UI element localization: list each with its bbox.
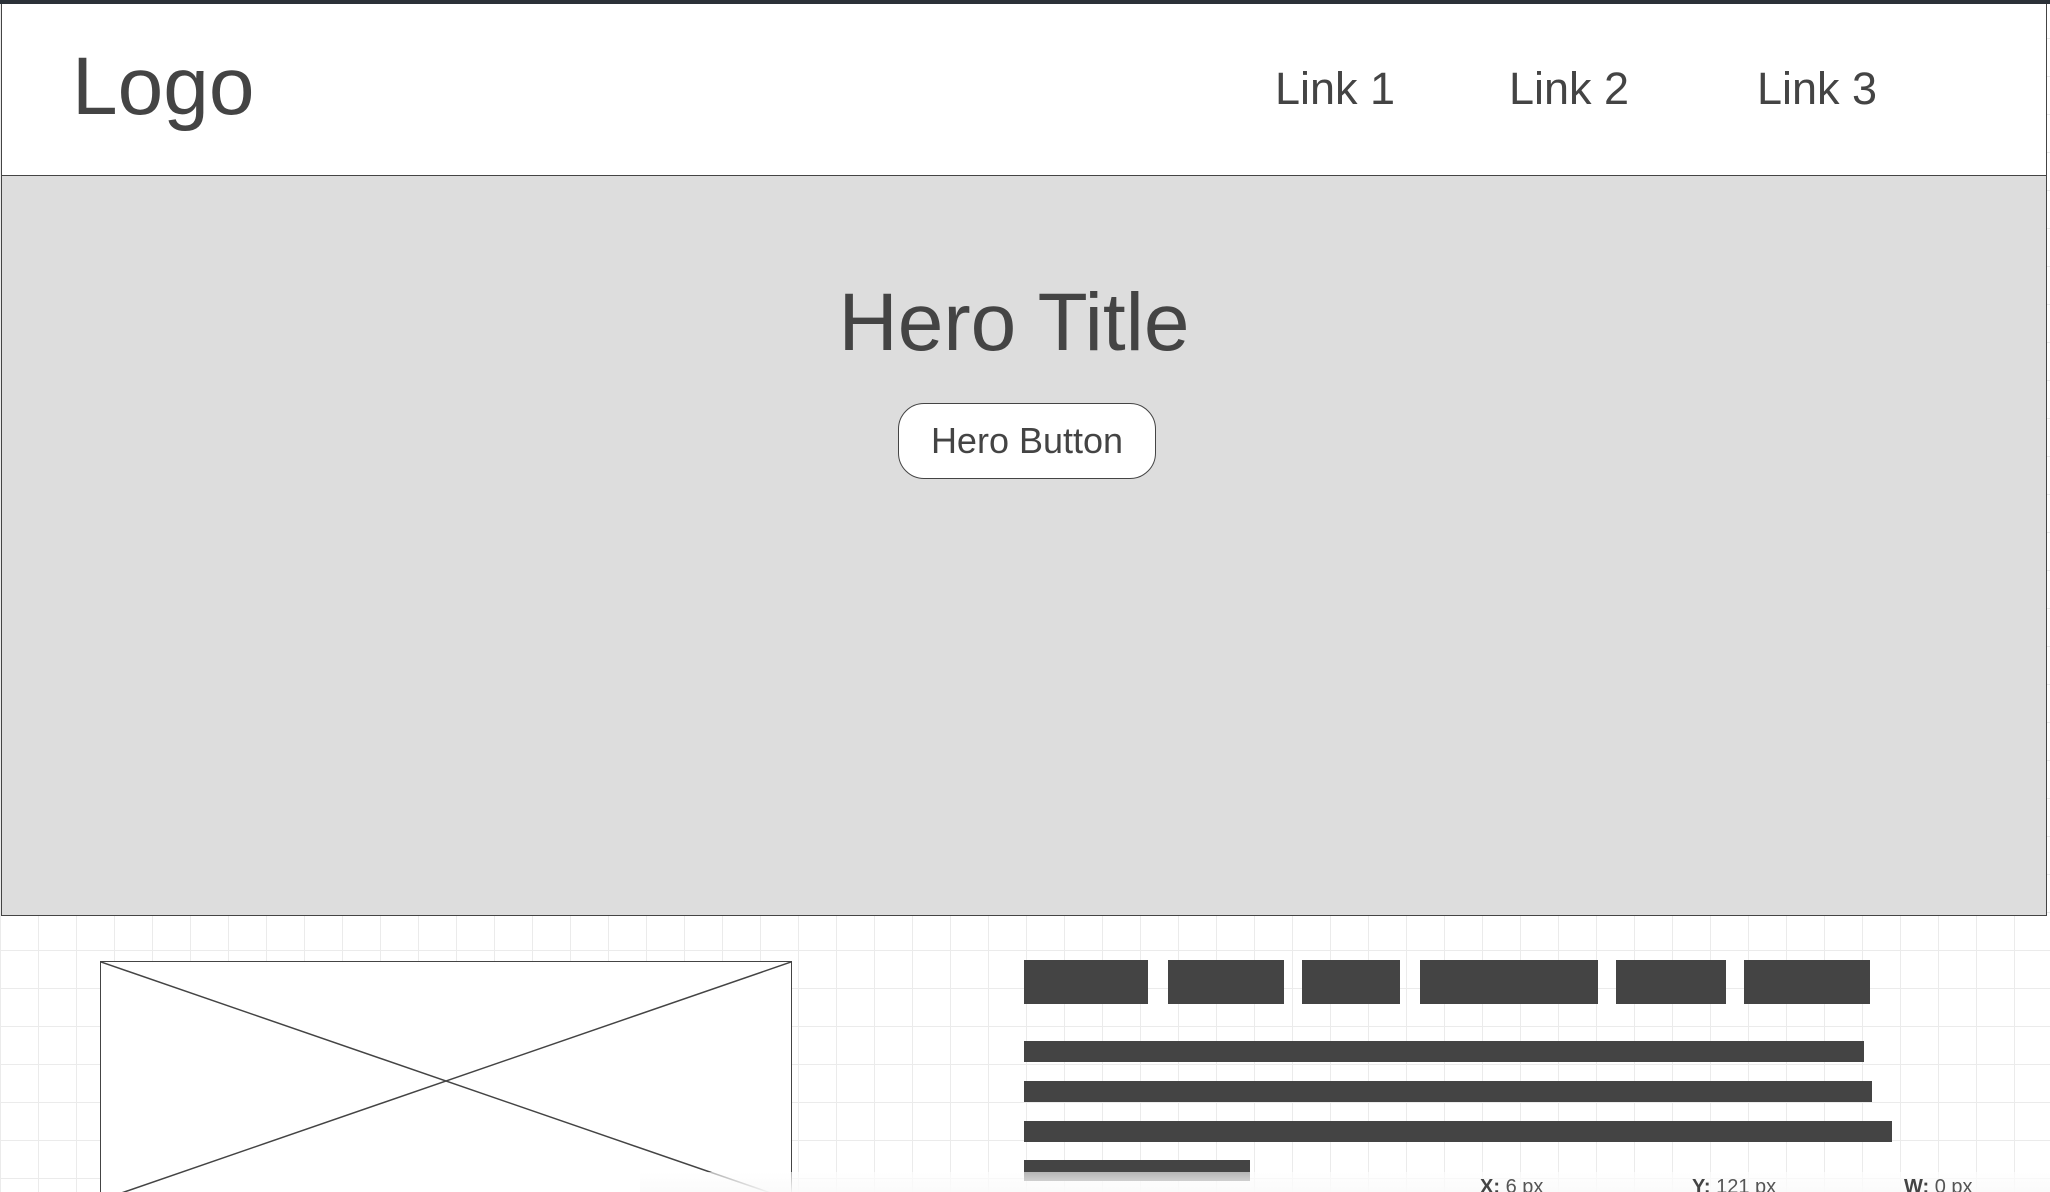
hero-title: Hero Title [838, 277, 1190, 368]
properties-bar [640, 1172, 2050, 1192]
text-block-line-1[interactable] [1024, 1041, 1864, 1062]
image-placeholder[interactable] [100, 961, 792, 1192]
prop-y: Y: 121 px [1692, 1176, 1776, 1192]
hero-button[interactable]: Hero Button [898, 403, 1156, 479]
prop-w-value: 0 px [1934, 1176, 1973, 1192]
text-block-menu-2[interactable] [1168, 960, 1284, 1004]
prop-y-label: Y: [1692, 1176, 1711, 1192]
prop-w: W: 0 px [1904, 1176, 1973, 1192]
prop-x: X: 6 px [1480, 1176, 1543, 1192]
logo[interactable]: Logo [72, 42, 254, 132]
nav-link-3[interactable]: Link 3 [1757, 62, 1877, 116]
hero-section[interactable]: Hero Title Hero Button [1, 175, 2047, 916]
wireframe-canvas[interactable]: Logo Link 1 Link 2 Link 3 Hero Title Her… [0, 0, 2050, 1192]
text-block-menu-3[interactable] [1302, 960, 1400, 1004]
text-block-menu-5[interactable] [1616, 960, 1726, 1004]
text-block-line-2[interactable] [1024, 1081, 1872, 1102]
text-block-line-3[interactable] [1024, 1121, 1892, 1142]
nav-link-1[interactable]: Link 1 [1275, 62, 1395, 116]
prop-w-label: W: [1904, 1176, 1930, 1192]
nav-link-2[interactable]: Link 2 [1509, 62, 1629, 116]
prop-x-value: 6 px [1505, 1176, 1544, 1192]
image-placeholder-cross-icon [101, 962, 791, 1192]
text-block-menu-4[interactable] [1420, 960, 1598, 1004]
text-block-menu-6[interactable] [1744, 960, 1870, 1004]
text-block-menu-1[interactable] [1024, 960, 1148, 1004]
prop-y-value: 121 px [1716, 1176, 1777, 1192]
prop-x-label: X: [1480, 1176, 1500, 1192]
site-header[interactable]: Logo Link 1 Link 2 Link 3 [1, 4, 2047, 176]
